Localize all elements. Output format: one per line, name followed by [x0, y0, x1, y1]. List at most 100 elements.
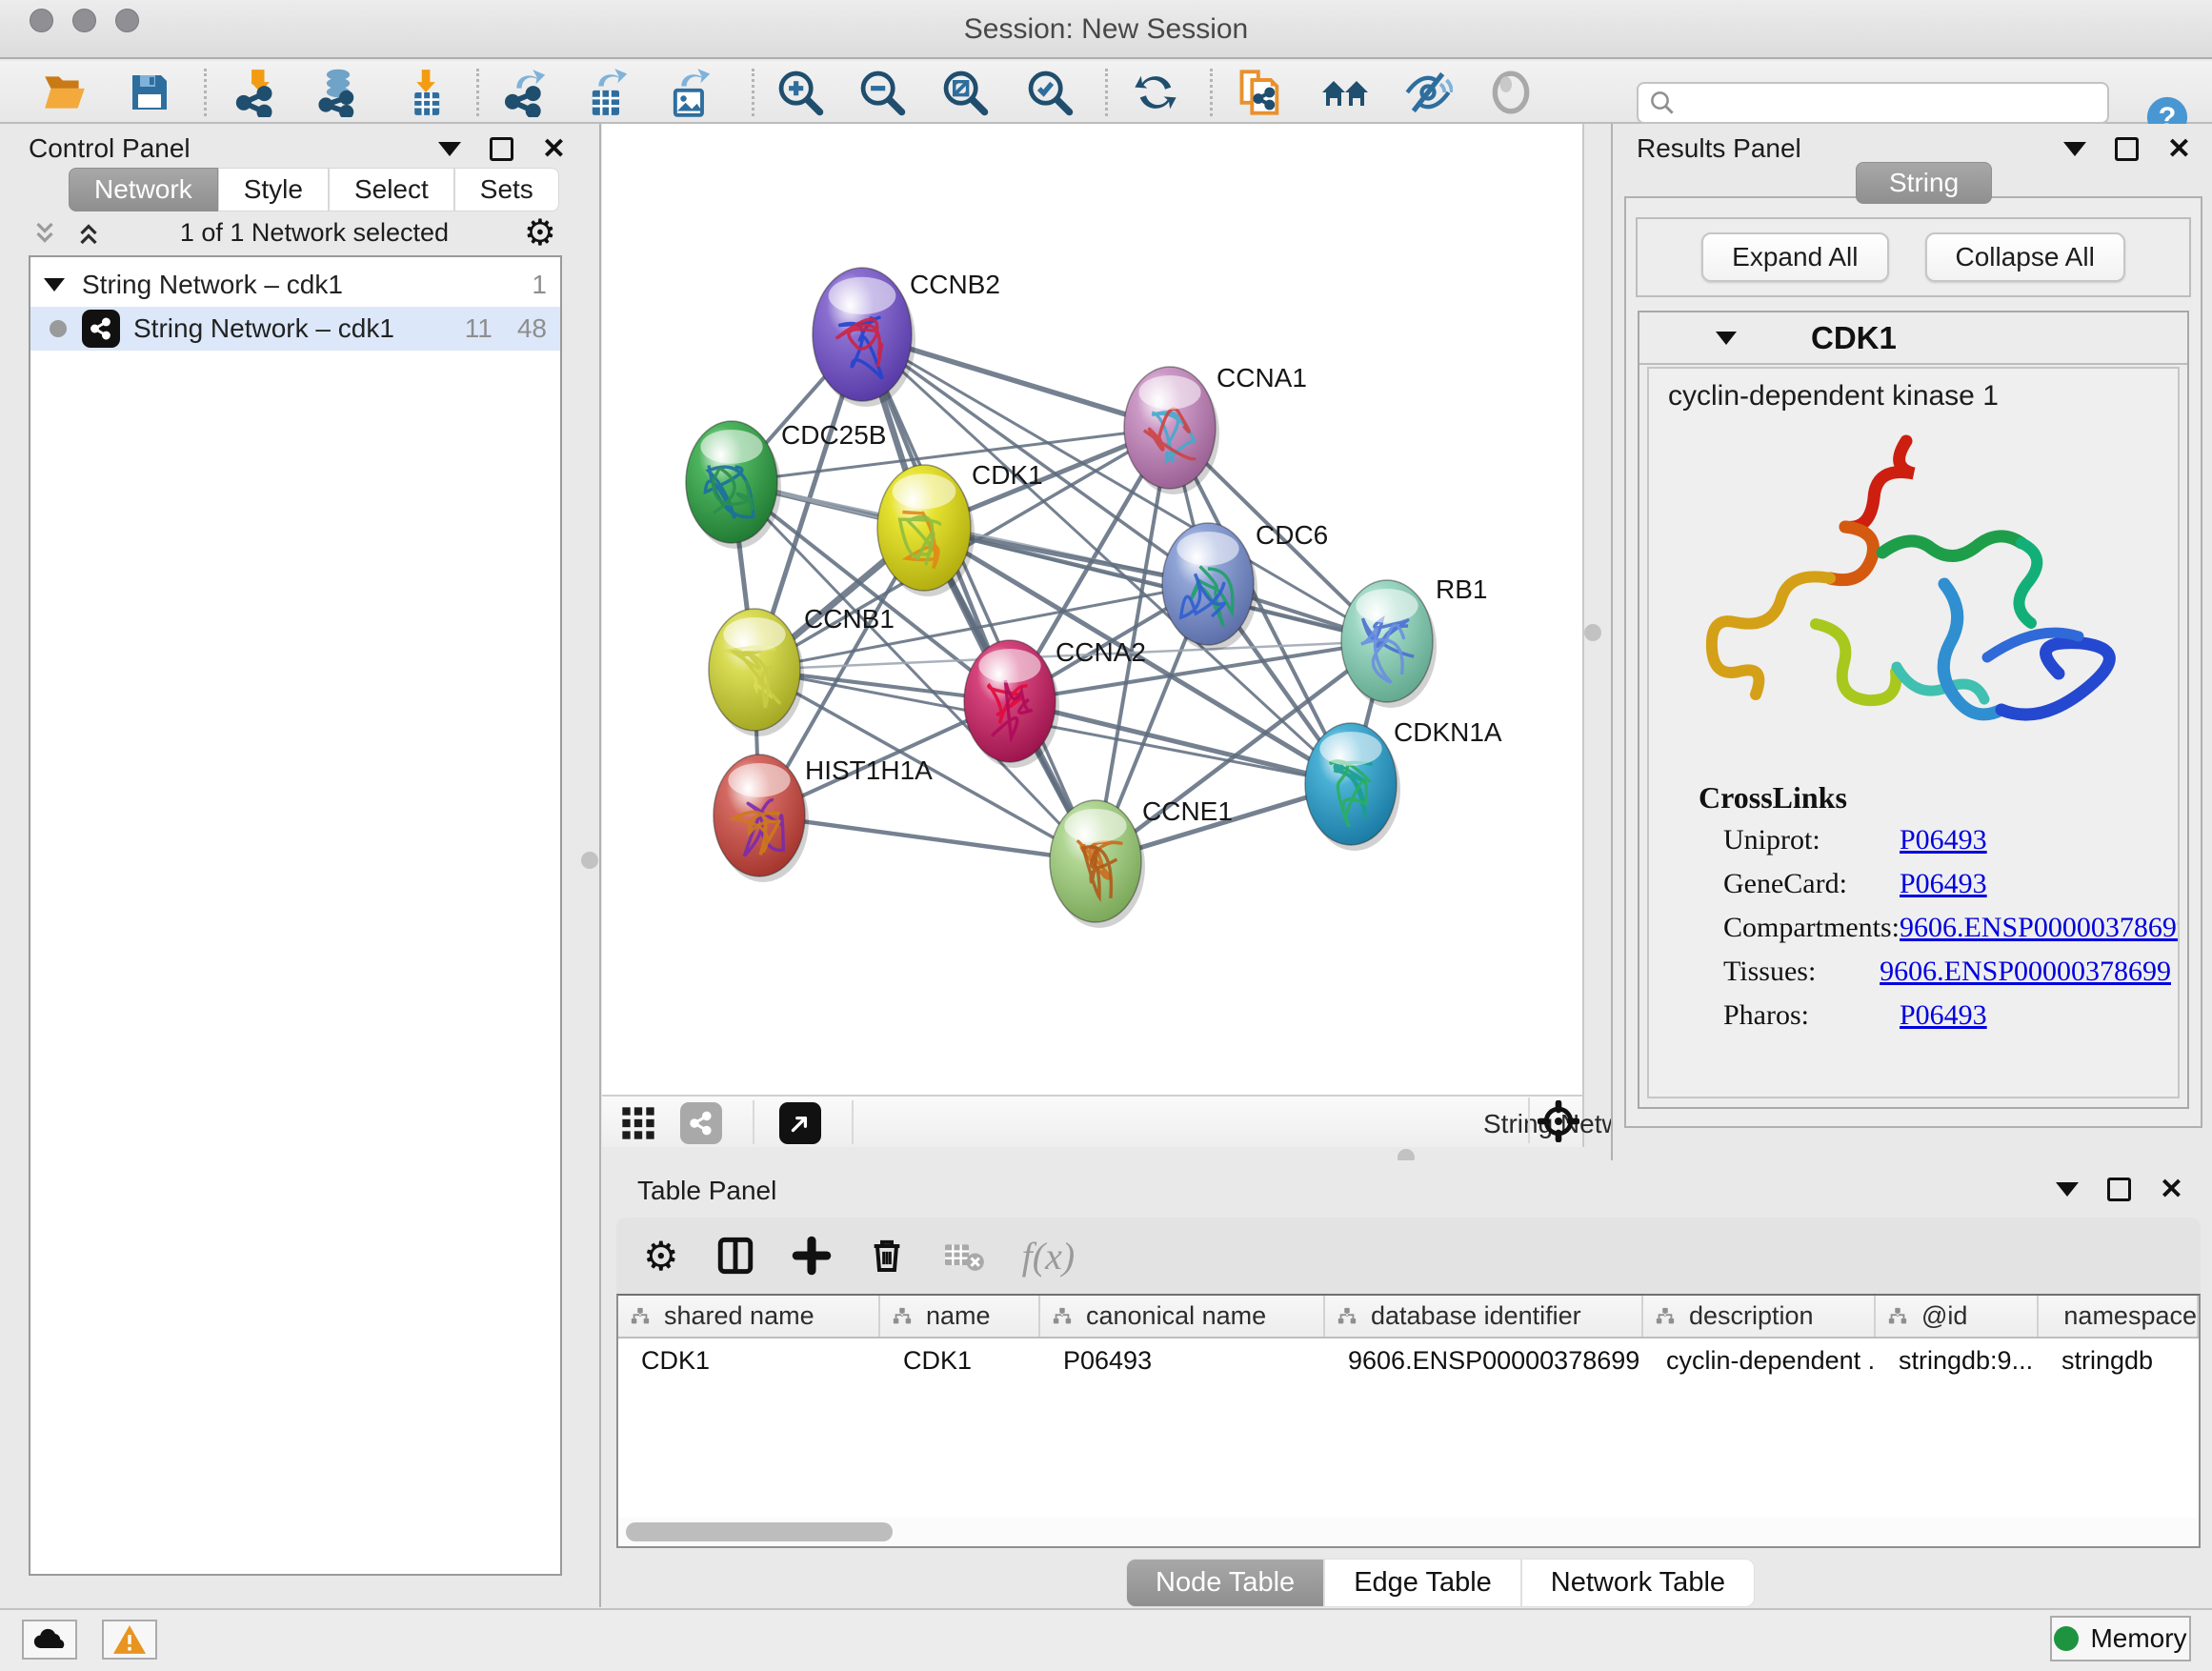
left-splitter-handle[interactable] [581, 852, 598, 869]
results-panel-close-icon[interactable]: ✕ [2167, 137, 2191, 161]
memory-button[interactable]: Memory [2050, 1616, 2191, 1661]
add-icon[interactable] [792, 1236, 832, 1276]
table-panel: Table Panel ✕ ⚙ f(x) shared namenamecano… [602, 1160, 2212, 1607]
cloud-button[interactable] [22, 1620, 77, 1660]
birds-eye-view-button[interactable] [619, 1104, 657, 1147]
crosslink-value-link[interactable]: P06493 [1900, 999, 1987, 1032]
collapse-all-button[interactable]: Collapse All [1925, 232, 2125, 282]
gene-card-header[interactable]: CDK1 [1639, 312, 2187, 365]
expand-all-icon[interactable] [72, 219, 105, 248]
clone-network-button[interactable] [1236, 68, 1285, 117]
import-table-button[interactable] [400, 68, 450, 117]
results-panel-float-icon[interactable] [2115, 137, 2139, 161]
first-neighbors-button[interactable] [1320, 68, 1370, 117]
table-panel-close-icon[interactable]: ✕ [2160, 1178, 2183, 1201]
network-row[interactable]: String Network – cdk1 11 48 [30, 307, 560, 351]
expand-all-button[interactable]: Expand All [1701, 232, 1888, 282]
gear-icon[interactable]: ⚙ [524, 211, 556, 254]
column-header-shared-name[interactable]: shared name [618, 1296, 880, 1337]
table-gear-icon[interactable]: ⚙ [643, 1233, 679, 1279]
tab-network[interactable]: Network [69, 168, 218, 211]
hierarchy-icon [630, 1306, 651, 1327]
show-all-button[interactable] [1486, 68, 1536, 117]
warning-button[interactable] [102, 1620, 157, 1660]
tab-style[interactable]: Style [218, 168, 329, 211]
zoom-in-button[interactable] [775, 68, 825, 117]
trash-icon[interactable] [868, 1235, 906, 1277]
table-panel-collapse-icon[interactable] [2056, 1182, 2079, 1197]
table-panel-float-icon[interactable] [2107, 1178, 2131, 1201]
table-row[interactable]: CDK1CDK1P064939606.ENSP00000378699cyclin… [618, 1339, 2199, 1382]
column-header-database-identifier[interactable]: database identifier [1325, 1296, 1643, 1337]
save-session-button[interactable] [125, 68, 174, 117]
show-eye-icon [1487, 69, 1535, 116]
table-cell[interactable]: 9606.ENSP00000378699 [1325, 1339, 1643, 1382]
tab-edge-table[interactable]: Edge Table [1324, 1559, 1521, 1607]
right-splitter-handle[interactable] [1584, 624, 1601, 641]
results-panel-collapse-icon[interactable] [2063, 142, 2086, 156]
delete-table-icon[interactable] [942, 1237, 986, 1275]
tab-select[interactable]: Select [329, 168, 454, 211]
chevron-down-icon[interactable] [1716, 332, 1737, 345]
zoom-out-button[interactable] [857, 68, 907, 117]
tab-sets[interactable]: Sets [454, 168, 559, 211]
expand-collapse-row: Expand All Collapse All [1636, 217, 2191, 297]
column-header-canonical-name[interactable]: canonical name [1040, 1296, 1325, 1337]
crosslink-value-link[interactable]: 9606.ENSP00000378699 [1880, 956, 2171, 988]
import-network-file-button[interactable] [233, 68, 283, 117]
network-canvas[interactable]: CCNB2CCNA1CDC25BCDK1CDC6RB1CCNB1CCNA2CDK… [602, 124, 1584, 1095]
network-graph: CCNB2CCNA1CDC25BCDK1CDC6RB1CCNB1CCNA2CDK… [602, 124, 1582, 1093]
export-network-icon [500, 68, 550, 117]
results-panel: Results Panel ✕ String Expand All Collap… [1611, 124, 2212, 1160]
column-header-name[interactable]: name [880, 1296, 1040, 1337]
apply-layout-button[interactable] [1131, 68, 1180, 117]
tab-string[interactable]: String [1856, 162, 1992, 204]
export-table-button[interactable] [582, 68, 632, 117]
zoom-fit-button[interactable] [940, 68, 990, 117]
crosslink-row: Tissues:9606.ENSP00000378699 [1723, 956, 2171, 988]
table-cell[interactable]: stringdb:9... [1876, 1339, 2039, 1382]
crosslink-label: Tissues: [1723, 956, 1880, 988]
network-view-toolbar: String Network – cdk1 ✓ 1 – 0 0 – 0 [602, 1095, 1584, 1147]
control-panel-collapse-icon[interactable] [438, 142, 461, 156]
zoom-selected-button[interactable] [1025, 68, 1075, 117]
export-network-button[interactable] [500, 68, 550, 117]
crosslink-value-link[interactable]: P06493 [1900, 824, 1987, 856]
table-cell[interactable]: cyclin-dependent ... [1643, 1339, 1876, 1382]
table-cell[interactable]: CDK1 [618, 1339, 880, 1382]
network-collection-row[interactable]: String Network – cdk1 1 [30, 263, 560, 307]
toolbar-search[interactable] [1637, 82, 2109, 124]
crosshair-button[interactable] [1538, 1100, 1579, 1147]
network-edge-HIST1H1A-CCNE1[interactable] [759, 815, 1096, 861]
detach-view-button[interactable] [779, 1102, 821, 1144]
columns-icon[interactable] [715, 1235, 755, 1277]
collapse-all-icon[interactable] [29, 219, 61, 248]
chevron-down-icon[interactable] [44, 278, 65, 292]
import-network-database-button[interactable] [313, 68, 363, 117]
hide-selected-button[interactable] [1403, 68, 1453, 117]
hierarchy-icon [1337, 1306, 1357, 1327]
control-panel-close-icon[interactable]: ✕ [542, 137, 566, 161]
table-hscrollbar[interactable] [616, 1518, 2201, 1548]
export-image-button[interactable] [665, 68, 714, 117]
column-header-namespace[interactable]: namespace [2039, 1296, 2199, 1337]
column-header--id[interactable]: @id [1876, 1296, 2039, 1337]
table-cell[interactable]: P06493 [1040, 1339, 1325, 1382]
column-header-description[interactable]: description [1643, 1296, 1876, 1337]
save-icon [127, 70, 172, 115]
crosslink-label: GeneCard: [1723, 868, 1900, 900]
tab-network-table[interactable]: Network Table [1521, 1559, 1755, 1607]
open-file-button[interactable] [40, 68, 90, 117]
crosslink-row: Compartments:9606.ENSP00000378699 [1723, 912, 2171, 944]
crosslink-value-link[interactable]: 9606.ENSP00000378699 [1900, 912, 2180, 944]
crosslink-value-link[interactable]: P06493 [1900, 868, 1987, 900]
control-panel-float-icon[interactable] [490, 137, 513, 161]
search-input[interactable] [1677, 89, 2077, 118]
tab-node-table[interactable]: Node Table [1126, 1559, 1324, 1607]
function-builder-icon[interactable]: f(x) [1022, 1234, 1076, 1278]
table-cell[interactable]: CDK1 [880, 1339, 1040, 1382]
hscroll-thumb[interactable] [626, 1522, 893, 1541]
network-overview-button[interactable] [680, 1102, 722, 1144]
external-link-icon [788, 1111, 813, 1136]
table-cell[interactable]: stringdb [2039, 1339, 2199, 1382]
